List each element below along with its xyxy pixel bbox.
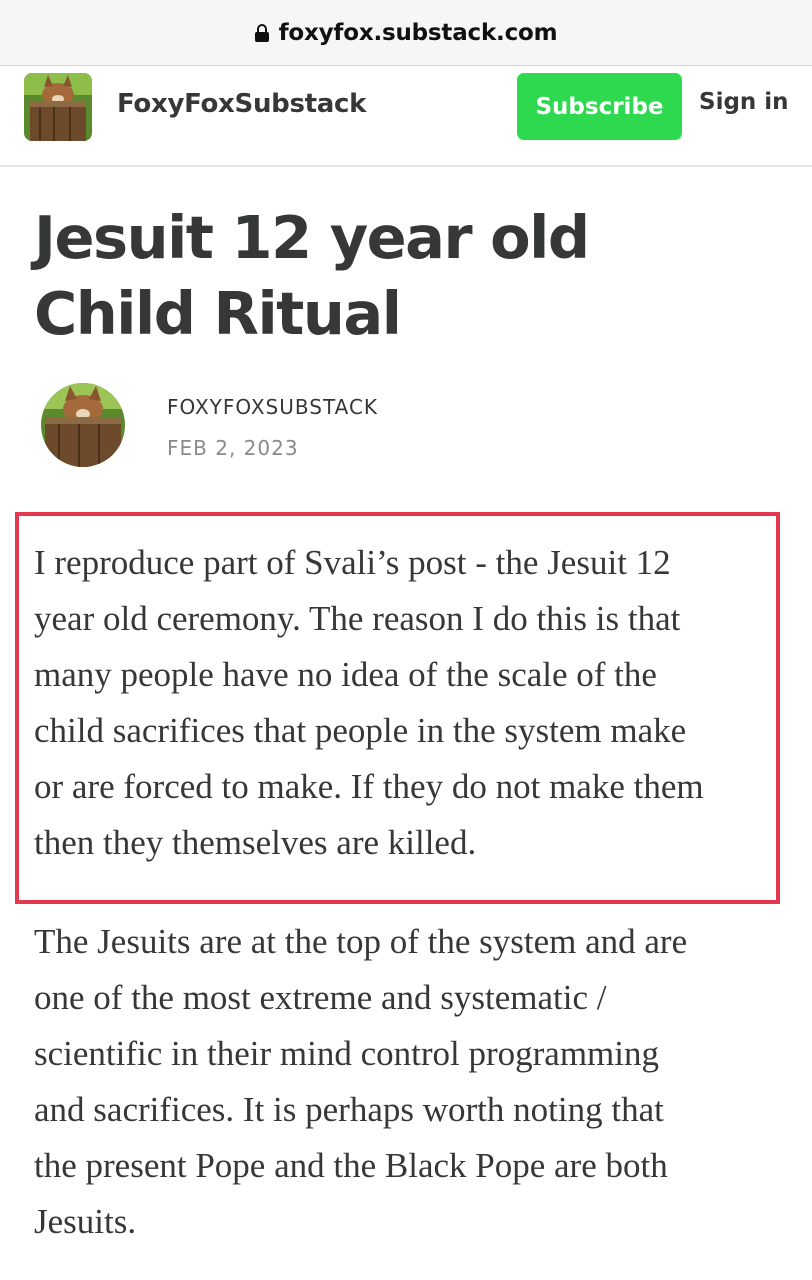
browser-url-bar[interactable]: foxyfox.substack.com bbox=[0, 0, 812, 66]
post-title-line: Jesuit 12 year old bbox=[34, 203, 590, 272]
site-header: FoxyFoxSubstack Subscribe Sign in bbox=[0, 67, 812, 167]
paragraph-line: scientific in their mind control program… bbox=[34, 1034, 659, 1073]
lock-icon bbox=[254, 23, 269, 42]
author-name[interactable]: FOXYFOXSUBSTACK bbox=[167, 395, 378, 419]
subscribe-button[interactable]: Subscribe bbox=[517, 73, 682, 140]
paragraph-line: one of the most extreme and systematic / bbox=[34, 978, 607, 1017]
paragraph-line: or are forced to make. If they do not ma… bbox=[34, 767, 704, 806]
paragraph-line: then they themselves are killed. bbox=[34, 823, 477, 862]
url-display[interactable]: foxyfox.substack.com bbox=[254, 19, 558, 46]
paragraph-line: the present Pope and the Black Pope are … bbox=[34, 1146, 668, 1185]
sign-in-link[interactable]: Sign in bbox=[699, 89, 789, 115]
url-text: foxyfox.substack.com bbox=[278, 19, 558, 46]
body-paragraph: I reproduce part of Svali’s post - the J… bbox=[34, 535, 794, 871]
author-avatar[interactable] bbox=[41, 383, 125, 467]
paragraph-line: child sacrifices that people in the syst… bbox=[34, 711, 687, 750]
body-paragraph: The Jesuits are at the top of the system… bbox=[34, 914, 794, 1250]
paragraph-line: and sacrifices. It is perhaps worth noti… bbox=[34, 1090, 664, 1129]
paragraph-line: many people have no idea of the scale of… bbox=[34, 655, 657, 694]
post-title-line: Child Ritual bbox=[34, 279, 402, 348]
paragraph-line: Jesuits. bbox=[34, 1202, 137, 1241]
paragraph-line: I reproduce part of Svali’s post - the J… bbox=[34, 543, 671, 582]
publication-name[interactable]: FoxyFoxSubstack bbox=[117, 89, 366, 119]
paragraph-line: The Jesuits are at the top of the system… bbox=[34, 922, 688, 961]
post-title: Jesuit 12 year old Child Ritual bbox=[34, 200, 774, 352]
post-date: FEB 2, 2023 bbox=[167, 436, 299, 460]
paragraph-line: year old ceremony. The reason I do this … bbox=[34, 599, 681, 638]
publication-logo[interactable] bbox=[24, 73, 92, 141]
